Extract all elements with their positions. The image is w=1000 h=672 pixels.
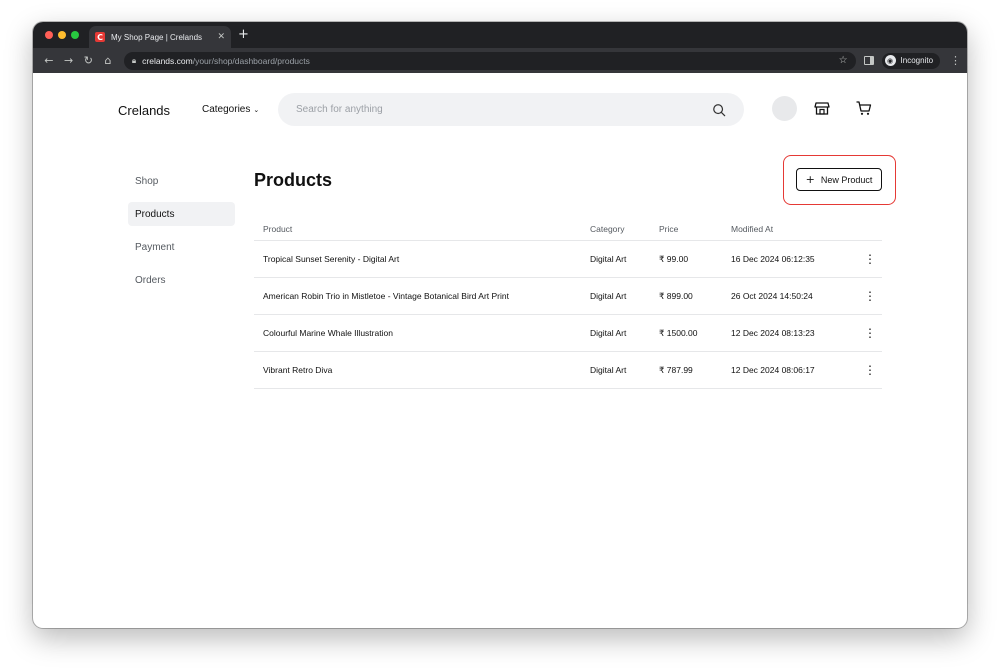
plus-icon: +: [805, 173, 815, 186]
product-price: ₹ 899.00: [659, 290, 693, 301]
table-row[interactable]: Colourful Marine Whale Illustration Digi…: [254, 315, 882, 352]
product-name[interactable]: Vibrant Retro Diva: [254, 365, 590, 375]
dashboard-sidebar: Shop Products Payment Orders: [128, 169, 235, 301]
forward-arrow-icon[interactable]: →: [59, 54, 79, 67]
product-category: Digital Art: [590, 291, 627, 301]
browser-toolbar: ← → ↻ ⌂ 🔒︎ crelands.com/your/shop/dashbo…: [33, 48, 967, 73]
side-panel-icon[interactable]: [863, 56, 874, 65]
page-content: Crelands Categories⌄ Shop Products Payme…: [33, 73, 967, 628]
column-header-price[interactable]: Price: [659, 224, 731, 234]
search-icon[interactable]: [712, 103, 726, 117]
lock-icon: 🔒︎: [131, 55, 137, 65]
product-category: Digital Art: [590, 254, 627, 264]
table-row[interactable]: Tropical Sunset Serenity - Digital Art D…: [254, 241, 882, 278]
bookmark-star-icon[interactable]: ☆: [839, 55, 848, 66]
site-header: Crelands Categories ⌄: [33, 91, 967, 127]
tab-bar: C My Shop Page | Crelands ✕ +: [33, 22, 967, 48]
row-menu-icon[interactable]: ⋮: [858, 252, 882, 266]
categories-label: Categories: [202, 104, 251, 115]
minimize-window-button[interactable]: [58, 31, 66, 39]
row-menu-icon[interactable]: ⋮: [858, 326, 882, 340]
new-tab-icon[interactable]: +: [238, 28, 249, 41]
home-icon[interactable]: ⌂: [98, 54, 118, 67]
close-window-button[interactable]: [45, 31, 53, 39]
url-host: crelands.com: [142, 55, 193, 66]
table-row[interactable]: Vibrant Retro Diva Digital Art ₹ 787.99 …: [254, 352, 882, 389]
product-price: ₹ 787.99: [659, 364, 693, 375]
product-price: ₹ 1500.00: [659, 327, 698, 338]
product-modified-at: 12 Dec 2024 08:13:23: [731, 328, 815, 338]
incognito-icon: ◉: [884, 55, 896, 66]
avatar[interactable]: [772, 96, 797, 121]
search-bar: [278, 93, 744, 126]
row-menu-icon[interactable]: ⋮: [858, 363, 882, 377]
product-name[interactable]: American Robin Trio in Mistletoe - Vinta…: [254, 291, 590, 301]
product-modified-at: 16 Dec 2024 06:12:35: [731, 254, 815, 264]
product-price: ₹ 99.00: [659, 253, 689, 264]
cart-icon[interactable]: [856, 100, 872, 116]
site-logo[interactable]: Crelands: [118, 103, 170, 118]
column-header-category[interactable]: Category: [590, 224, 659, 234]
address-bar[interactable]: 🔒︎ crelands.com/your/shop/dashboard/prod…: [123, 51, 856, 70]
page-title: Products: [254, 170, 333, 190]
new-product-label: New Product: [820, 174, 873, 185]
column-header-product[interactable]: Product: [254, 224, 590, 234]
incognito-badge[interactable]: ◉ Incognito: [881, 52, 941, 69]
product-modified-at: 12 Dec 2024 08:06:17: [731, 365, 815, 375]
new-product-button[interactable]: + New Product: [796, 168, 882, 191]
browser-tab[interactable]: C My Shop Page | Crelands ✕: [89, 26, 231, 48]
table-header: Product Category Price Modified At: [254, 218, 882, 241]
products-table: Product Category Price Modified At Tropi…: [254, 218, 882, 389]
reload-icon[interactable]: ↻: [78, 54, 98, 67]
column-header-modified-at[interactable]: Modified At: [731, 224, 858, 234]
sidebar-item-label: Products: [135, 208, 175, 220]
sidebar-item-label: Shop: [135, 175, 159, 187]
incognito-label: Incognito: [900, 56, 934, 65]
sidebar-item-orders[interactable]: Orders: [128, 268, 235, 292]
table-row[interactable]: American Robin Trio in Mistletoe - Vinta…: [254, 278, 882, 315]
url-path: /your/shop/dashboard/products: [192, 55, 310, 66]
crelands-favicon-icon: C: [95, 32, 105, 42]
maximize-window-button[interactable]: [71, 31, 79, 39]
sidebar-item-label: Orders: [135, 274, 166, 286]
categories-dropdown[interactable]: Categories ⌄: [202, 104, 259, 115]
close-tab-icon[interactable]: ✕: [217, 32, 225, 42]
product-name[interactable]: Colourful Marine Whale Illustration: [254, 328, 590, 338]
store-icon[interactable]: [814, 100, 830, 116]
back-arrow-icon[interactable]: ←: [39, 54, 59, 67]
row-menu-icon[interactable]: ⋮: [858, 289, 882, 303]
browser-window: C My Shop Page | Crelands ✕ + ← → ↻ ⌂ 🔒︎…: [33, 22, 967, 628]
chevron-down-icon: ⌄: [253, 106, 260, 114]
sidebar-item-products[interactable]: Products: [128, 202, 235, 226]
tab-title: My Shop Page | Crelands: [111, 32, 203, 42]
browser-menu-icon[interactable]: ⋮: [950, 54, 961, 67]
product-name[interactable]: Tropical Sunset Serenity - Digital Art: [254, 254, 590, 264]
product-category: Digital Art: [590, 365, 627, 375]
search-input[interactable]: [296, 104, 712, 115]
sidebar-item-shop[interactable]: Shop: [128, 169, 235, 193]
sidebar-item-label: Payment: [135, 241, 175, 253]
sidebar-item-payment[interactable]: Payment: [128, 235, 235, 259]
product-category: Digital Art: [590, 328, 627, 338]
product-modified-at: 26 Oct 2024 14:50:24: [731, 291, 813, 301]
